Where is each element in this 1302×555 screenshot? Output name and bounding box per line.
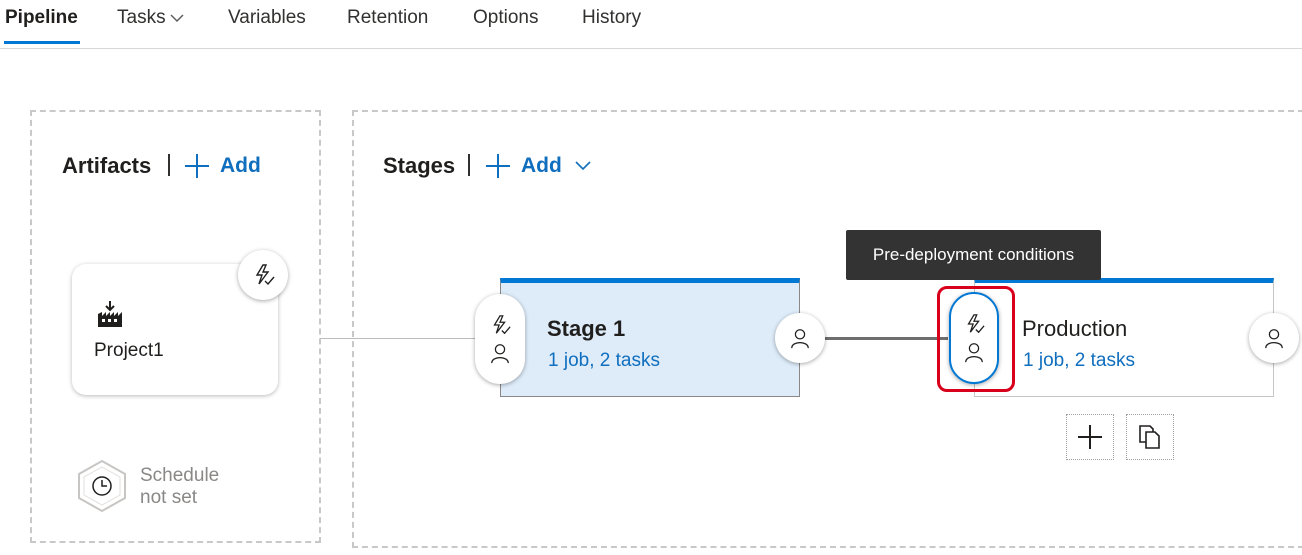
schedule-icon[interactable] [76, 459, 128, 513]
tab-variables[interactable]: Variables [228, 7, 306, 29]
stage-connector-line [824, 337, 948, 340]
stage-name: Production [1022, 316, 1128, 341]
post-deployment-conditions-button[interactable] [1249, 313, 1299, 363]
add-stage-after-button[interactable] [1066, 414, 1114, 460]
build-artifact-icon [98, 301, 122, 327]
stage-name: Stage 1 [547, 316, 626, 341]
stage-summary-link[interactable]: 1 job, 2 tasks [548, 350, 660, 372]
person-icon [1265, 329, 1283, 349]
person-icon [491, 344, 509, 364]
plus-icon [1078, 425, 1102, 449]
chevron-down-icon [575, 161, 591, 171]
add-artifact-label: Add [220, 154, 261, 177]
tab-pipeline[interactable]: Pipeline [5, 7, 78, 29]
tab-history[interactable]: History [582, 7, 641, 29]
person-icon [791, 329, 809, 349]
continuous-deployment-trigger-button[interactable] [238, 250, 288, 300]
tab-tasks[interactable]: Tasks [117, 7, 184, 29]
add-stage-label: Add [521, 154, 562, 177]
stage-summary-link[interactable]: 1 job, 2 tasks [1023, 350, 1135, 372]
artifact-name: Project1 [94, 340, 164, 361]
schedule-status: Schedule not set [140, 465, 219, 509]
plus-icon [185, 154, 209, 178]
stage-card-stage-1[interactable]: Stage 1 1 job, 2 tasks [500, 278, 800, 397]
tab-bar: Pipeline Tasks Variables Retention Optio… [0, 0, 1302, 49]
tooltip: Pre-deployment conditions [846, 230, 1101, 280]
post-deployment-conditions-button[interactable] [775, 313, 825, 363]
active-tab-indicator [4, 41, 80, 44]
schedule-line-2: not set [140, 487, 198, 508]
lightning-check-icon [493, 315, 511, 335]
stages-title: Stages [383, 153, 456, 178]
tab-tasks-label: Tasks [117, 7, 166, 28]
chevron-down-icon [170, 14, 184, 23]
stage-card-production[interactable]: Production 1 job, 2 tasks [974, 278, 1274, 397]
artifacts-title: Artifacts [62, 153, 152, 178]
divider [468, 154, 470, 176]
tab-options[interactable]: Options [473, 7, 538, 29]
plus-icon [486, 154, 510, 178]
copy-icon [1139, 425, 1160, 449]
add-artifact-button[interactable]: Add [184, 153, 261, 179]
divider [168, 154, 170, 176]
clone-stage-button[interactable] [1126, 414, 1174, 460]
schedule-line-1: Schedule [140, 465, 220, 486]
pre-deployment-conditions-button[interactable] [475, 294, 525, 384]
highlight-box [937, 286, 1015, 392]
tab-retention[interactable]: Retention [347, 7, 428, 29]
add-stage-button[interactable]: Add [485, 153, 592, 179]
lightning-check-icon [255, 264, 275, 286]
